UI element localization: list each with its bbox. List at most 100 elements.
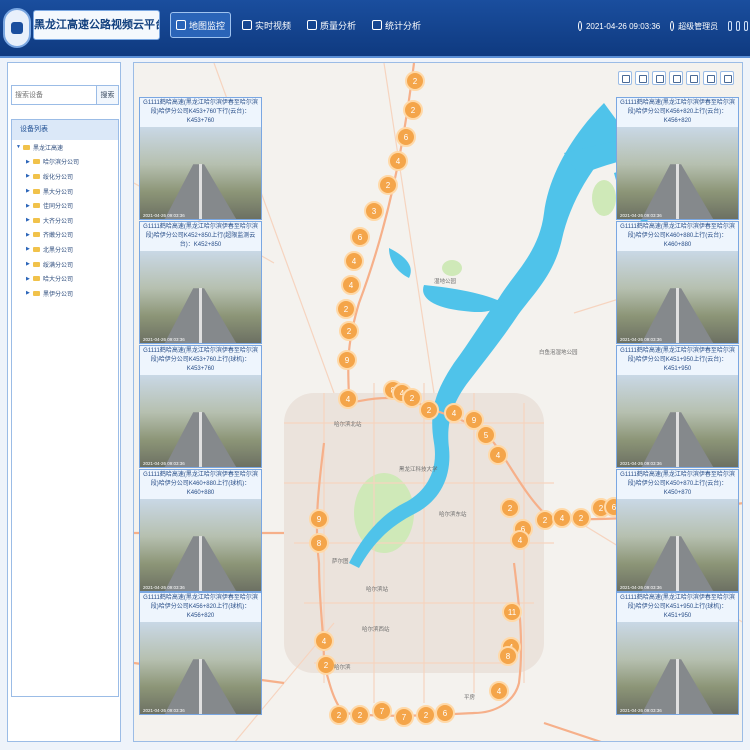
select-box-icon[interactable] [703, 71, 717, 85]
camera-cluster-marker[interactable]: 9 [464, 410, 484, 430]
camera-cluster-marker[interactable]: 2 [339, 321, 359, 341]
caret-right-icon[interactable]: ▶ [26, 188, 33, 194]
grid-icon[interactable] [652, 71, 666, 85]
camera-video-frame[interactable]: 2021-04-26 09:03:36 [617, 375, 738, 467]
camera-preview-card[interactable]: G1111鹤哈高速(黑龙江哈尔滨伊春至哈尔滨段)哈伊分公司K450+870上行(… [616, 469, 739, 592]
tree-node-company[interactable]: ▶ 哈尔滨分公司 [12, 155, 118, 170]
cluster-count: 2 [427, 406, 432, 415]
cluster-count: 2 [358, 711, 363, 720]
home-icon[interactable] [728, 21, 733, 31]
camera-cluster-marker[interactable]: 4 [510, 530, 530, 550]
camera-cluster-marker[interactable]: 4 [341, 275, 361, 295]
tree-node-company[interactable]: ▶ 黑大分公司 [12, 184, 118, 199]
camera-cluster-marker[interactable]: 2 [535, 510, 555, 530]
tree-node-company[interactable]: ▶ 齐嫩分公司 [12, 228, 118, 243]
camera-preview-card[interactable]: G1111鹤哈高速(黑龙江哈尔滨伊春至哈尔滨段)哈伊分公司K460+880上行(… [616, 221, 739, 344]
tree-root[interactable]: ▼ 黑龙江高速 [12, 140, 118, 155]
camera-cluster-marker[interactable]: 2 [316, 655, 336, 675]
camera-cluster-marker[interactable]: 7 [394, 707, 414, 727]
camera-cluster-marker[interactable]: 6 [350, 227, 370, 247]
camera-video-frame[interactable]: 2021-04-26 09:03:36 [140, 251, 261, 343]
camera-cluster-marker[interactable]: 4 [489, 681, 509, 701]
camera-cluster-marker[interactable]: 2 [402, 388, 422, 408]
camera-cluster-marker[interactable]: 7 [372, 701, 392, 721]
camera-cluster-marker[interactable]: 11 [502, 602, 522, 622]
zoom-icon[interactable] [720, 71, 734, 85]
logout-icon[interactable] [744, 21, 748, 31]
nav-quality-analysis[interactable]: 质量分析 [302, 12, 361, 38]
camera-cluster-marker[interactable]: 6 [435, 703, 455, 723]
tree-node-company[interactable]: ▶ 黑伊分公司 [12, 286, 118, 301]
camera-video-frame[interactable]: 2021-04-26 09:03:36 [140, 375, 261, 467]
nav-statistics[interactable]: 统计分析 [367, 12, 426, 38]
camera-cluster-marker[interactable]: 6 [396, 127, 416, 147]
camera-preview-card[interactable]: G1111鹤哈高速(黑龙江哈尔滨伊春至哈尔滨段)哈伊分公司K452+850上行(… [139, 221, 262, 344]
camera-cluster-marker[interactable]: 2 [571, 508, 591, 528]
caret-right-icon[interactable]: ▶ [26, 246, 33, 252]
camera-cluster-marker[interactable]: 2 [419, 400, 439, 420]
camera-cluster-marker[interactable]: 8 [498, 646, 518, 666]
caret-right-icon[interactable]: ▶ [26, 217, 33, 223]
camera-preview-card[interactable]: G1111鹤哈高速(黑龙江哈尔滨伊春至哈尔滨段)哈伊分公司K451+950上行(… [616, 345, 739, 468]
caret-right-icon[interactable]: ▶ [26, 290, 33, 296]
camera-cluster-marker[interactable]: 4 [314, 631, 334, 651]
camera-video-frame[interactable]: 2021-04-26 09:03:36 [617, 499, 738, 591]
camera-video-frame[interactable]: 2021-04-26 09:03:36 [617, 622, 738, 714]
tree-node-company[interactable]: ▶ 绥化分公司 [12, 169, 118, 184]
caret-right-icon[interactable]: ▶ [26, 173, 33, 179]
camera-cluster-marker[interactable]: 5 [476, 425, 496, 445]
camera-preview-card[interactable]: G1111鹤哈高速(黑龙江哈尔滨伊春至哈尔滨段)哈伊分公司K456+820上行(… [139, 592, 262, 715]
refresh-icon[interactable] [736, 21, 741, 31]
camera-video-frame[interactable]: 2021-04-26 09:03:36 [140, 127, 261, 219]
camera-cluster-marker[interactable]: 4 [388, 151, 408, 171]
camera-video-frame[interactable]: 2021-04-26 09:03:36 [140, 622, 261, 714]
camera-cluster-marker[interactable]: 2 [500, 498, 520, 518]
camera-video-frame[interactable]: 2021-04-26 09:03:36 [617, 127, 738, 219]
caret-down-icon[interactable]: ▼ [16, 144, 23, 150]
camera-cluster-marker[interactable]: 2 [329, 705, 349, 725]
camera-preview-card[interactable]: G1111鹤哈高速(黑龙江哈尔滨伊春至哈尔滨段)哈伊分公司K453+760上行(… [139, 345, 262, 468]
camera-cluster-marker[interactable]: 8 [309, 533, 329, 553]
camera-preview-card[interactable]: G1111鹤哈高速(黑龙江哈尔滨伊春至哈尔滨段)哈伊分公司K451+950上行(… [616, 592, 739, 715]
camera-cluster-marker[interactable]: 4 [344, 251, 364, 271]
caret-right-icon[interactable]: ▶ [26, 232, 33, 238]
camera-cluster-marker[interactable]: 2 [405, 71, 425, 91]
camera-cluster-marker[interactable]: 2 [336, 299, 356, 319]
nav-live-video[interactable]: 实时视频 [237, 12, 296, 38]
search-button[interactable]: 搜索 [97, 85, 119, 105]
caret-right-icon[interactable]: ▶ [26, 261, 33, 267]
camera-preview-card[interactable]: G1111鹤哈高速(黑龙江哈尔滨伊春至哈尔滨段)哈伊分公司K453+760下行(… [139, 97, 262, 220]
tree-node-company[interactable]: ▶ 绥满分公司 [12, 257, 118, 272]
camera-cluster-marker[interactable]: 3 [364, 201, 384, 221]
camera-cluster-marker[interactable]: 2 [403, 100, 423, 120]
refresh-map-icon[interactable] [669, 71, 683, 85]
caret-right-icon[interactable]: ▶ [26, 203, 33, 209]
camera-cluster-marker[interactable]: 2 [350, 705, 370, 725]
video-timestamp: 2021-04-26 09:03:36 [620, 708, 662, 713]
camera-cluster-marker[interactable]: 4 [488, 445, 508, 465]
camera-preview-card[interactable]: G1111鹤哈高速(黑龙江哈尔滨伊春至哈尔滨段)哈伊分公司K456+820上行(… [616, 97, 739, 220]
camera-cluster-marker[interactable]: 9 [309, 509, 329, 529]
cluster-count: 9 [317, 515, 322, 524]
camera-video-frame[interactable]: 2021-04-26 09:03:36 [140, 499, 261, 591]
camera-cluster-marker[interactable]: 4 [338, 389, 358, 409]
camera-cluster-marker[interactable]: 2 [416, 705, 436, 725]
camera-video-frame[interactable]: 2021-04-26 09:03:36 [617, 251, 738, 343]
layers-icon[interactable] [635, 71, 649, 85]
tree-node-company[interactable]: ▶ 哈大分公司 [12, 271, 118, 286]
camera-cluster-marker[interactable]: 4 [444, 403, 464, 423]
tree-node-company[interactable]: ▶ 北黑分公司 [12, 242, 118, 257]
device-search-input[interactable] [11, 85, 97, 105]
tree-node-company[interactable]: ▶ 大齐分公司 [12, 213, 118, 228]
delete-icon[interactable] [618, 71, 632, 85]
camera-cluster-marker[interactable]: 9 [337, 350, 357, 370]
tree-node-company[interactable]: ▶ 佳同分公司 [12, 198, 118, 213]
caret-right-icon[interactable]: ▶ [26, 159, 33, 165]
camera-preview-card[interactable]: G1111鹤哈高速(黑龙江哈尔滨伊春至哈尔滨段)哈伊分公司K460+880上行(… [139, 469, 262, 592]
camera-cluster-marker[interactable]: 4 [552, 508, 572, 528]
pointer-icon[interactable] [686, 71, 700, 85]
caret-right-icon[interactable]: ▶ [26, 276, 33, 282]
current-user[interactable]: 超级管理员 [678, 21, 718, 32]
nav-map-monitor[interactable]: 地图监控 [170, 12, 232, 38]
camera-cluster-marker[interactable]: 2 [378, 175, 398, 195]
